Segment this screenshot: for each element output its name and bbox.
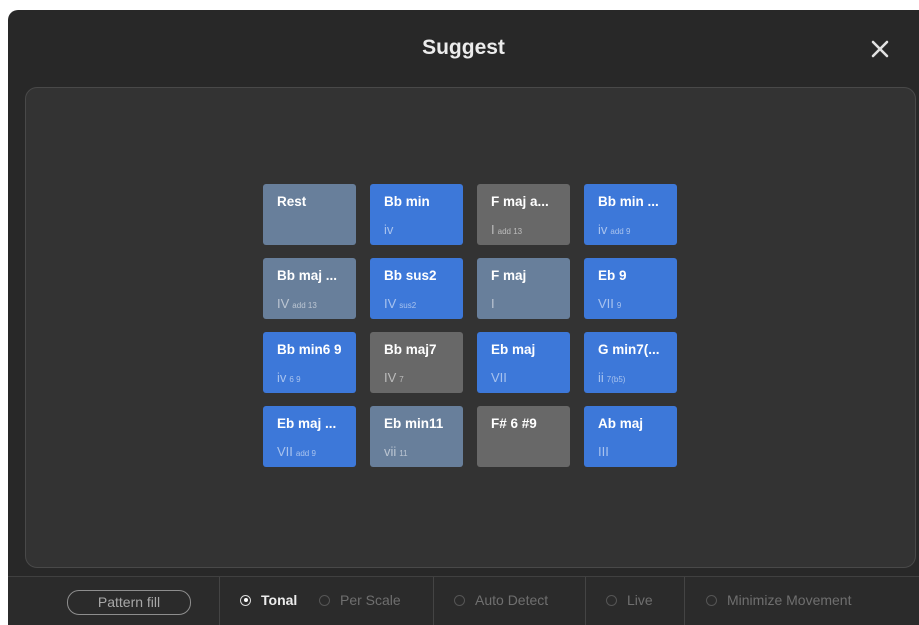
chord-pad[interactable]: Rest	[263, 184, 356, 245]
degree-numeral: IV	[384, 296, 397, 311]
chord-extension: 9	[616, 301, 622, 310]
live-option[interactable]: Live	[606, 592, 653, 608]
chord-name: Ab maj	[598, 416, 644, 431]
chord-name: F maj a...	[491, 194, 549, 209]
degree-numeral: iv	[384, 222, 394, 237]
auto-detect-radio[interactable]	[454, 594, 465, 606]
close-icon[interactable]	[869, 38, 891, 60]
chord-degree: Iadd 13	[491, 222, 522, 237]
chord-extension: 11	[399, 449, 408, 458]
degree-numeral: IV	[384, 370, 397, 385]
degree-numeral: III	[598, 444, 609, 459]
auto-detect-label: Auto Detect	[475, 592, 549, 608]
chord-name: Bb min ...	[598, 194, 659, 209]
chord-extension: add 13	[292, 301, 317, 310]
chord-degree: IV 7	[384, 370, 404, 385]
chord-name: Eb maj ...	[277, 416, 337, 431]
degree-numeral: I	[491, 222, 495, 237]
chord-name: Rest	[277, 194, 307, 209]
chord-name: Bb maj ...	[277, 268, 338, 283]
chord-pad[interactable]: Bb min iv	[370, 184, 463, 245]
pattern-fill-button[interactable]: Pattern fill	[67, 590, 191, 615]
per-scale-radio[interactable]	[319, 594, 330, 606]
chord-pad[interactable]: Ab maj III	[584, 406, 677, 467]
chord-pad[interactable]: Bb min ... iv add 9	[584, 184, 677, 245]
tonal-radio[interactable]	[240, 594, 251, 606]
degree-numeral: VII	[598, 296, 614, 311]
degree-numeral: iv	[277, 370, 287, 385]
chord-pad[interactable]: Bb min6 9 iv 6 9	[263, 332, 356, 393]
chord-name: Bb min6 9	[277, 342, 342, 357]
chord-degree: ii 7(b5)	[598, 370, 625, 385]
chord-pad[interactable]: Bb maj ... IV add 13	[263, 258, 356, 319]
per-scale-label: Per Scale	[340, 592, 401, 608]
chord-pad[interactable]: Eb maj ... VII add 9	[263, 406, 356, 467]
chord-extension: add 13	[497, 227, 523, 236]
bottom-options-bar: Pattern fill Tonal Per Scale Auto Detect…	[8, 576, 919, 625]
minimize-movement-option[interactable]: Minimize Movement	[706, 592, 851, 608]
chord-degree: iv	[384, 222, 393, 237]
chord-degree: VII	[491, 370, 507, 385]
auto-detect-option[interactable]: Auto Detect	[454, 592, 548, 608]
chord-degree: III	[598, 444, 609, 459]
minimize-movement-label: Minimize Movement	[727, 592, 852, 608]
divider	[585, 577, 586, 625]
chord-degree: VII 9	[598, 296, 621, 311]
chord-degree: IV sus2	[384, 296, 416, 311]
dialog-title: Suggest	[422, 36, 505, 59]
degree-numeral: VII	[277, 444, 293, 459]
divider	[219, 577, 220, 625]
chord-extension: 7(b5)	[606, 375, 626, 384]
tonal-option[interactable]: Tonal	[240, 592, 297, 608]
degree-numeral: iv	[598, 222, 608, 237]
live-label: Live	[627, 592, 653, 608]
chord-suggestion-panel: Rest Bb min iv F maj a... Iadd 13 Bb min ... i…	[25, 87, 916, 568]
chord-extension: 7	[399, 375, 404, 384]
chord-extension: add 9	[295, 449, 316, 458]
degree-numeral: ii	[598, 370, 604, 385]
chord-pad[interactable]: Bb maj7 IV 7	[370, 332, 463, 393]
degree-numeral: I	[491, 296, 495, 311]
chord-pad[interactable]: F# 6 #9	[477, 406, 570, 467]
divider	[684, 577, 685, 625]
degree-numeral: VII	[491, 370, 507, 385]
suggest-dialog: Suggest Rest Bb min iv F maj a... Iadd 13 Bb …	[8, 10, 919, 625]
degree-numeral: vii	[384, 444, 397, 459]
chord-name: Eb maj	[491, 342, 536, 357]
chord-name: Bb maj7	[384, 342, 437, 357]
chord-pad[interactable]: Eb 9 VII 9	[584, 258, 677, 319]
chord-pad-grid: Rest Bb min iv F maj a... Iadd 13 Bb min ... i…	[263, 184, 677, 467]
chord-degree: I	[491, 296, 495, 311]
divider	[433, 577, 434, 625]
degree-numeral: IV	[277, 296, 290, 311]
chord-degree: VII add 9	[277, 444, 316, 459]
chord-pad[interactable]: Bb sus2 IV sus2	[370, 258, 463, 319]
chord-name: G min7(...	[598, 342, 660, 357]
live-radio[interactable]	[606, 594, 617, 606]
chord-extension: 6 9	[289, 375, 301, 384]
chord-pad[interactable]: F maj a... Iadd 13	[477, 184, 570, 245]
tonal-label: Tonal	[261, 592, 298, 608]
chord-pad[interactable]: Eb min11 vii 11	[370, 406, 463, 467]
chord-extension: sus2	[399, 301, 417, 310]
chord-name: Eb min11	[384, 416, 444, 431]
chord-name: F# 6 #9	[491, 416, 537, 431]
chord-pad[interactable]: F maj I	[477, 258, 570, 319]
chord-name: F maj	[491, 268, 527, 283]
per-scale-option[interactable]: Per Scale	[319, 592, 401, 608]
chord-degree: iv add 9	[598, 222, 630, 237]
chord-name: Bb sus2	[384, 268, 437, 283]
chord-degree: IV add 13	[277, 296, 317, 311]
chord-degree: vii 11	[384, 444, 408, 459]
chord-pad[interactable]: G min7(... ii 7(b5)	[584, 332, 677, 393]
chord-pad[interactable]: Eb maj VII	[477, 332, 570, 393]
chord-name: Bb min	[384, 194, 430, 209]
chord-extension: add 9	[610, 227, 631, 236]
minimize-movement-radio[interactable]	[706, 594, 717, 606]
chord-degree: iv 6 9	[277, 370, 301, 385]
chord-name: Eb 9	[598, 268, 627, 283]
